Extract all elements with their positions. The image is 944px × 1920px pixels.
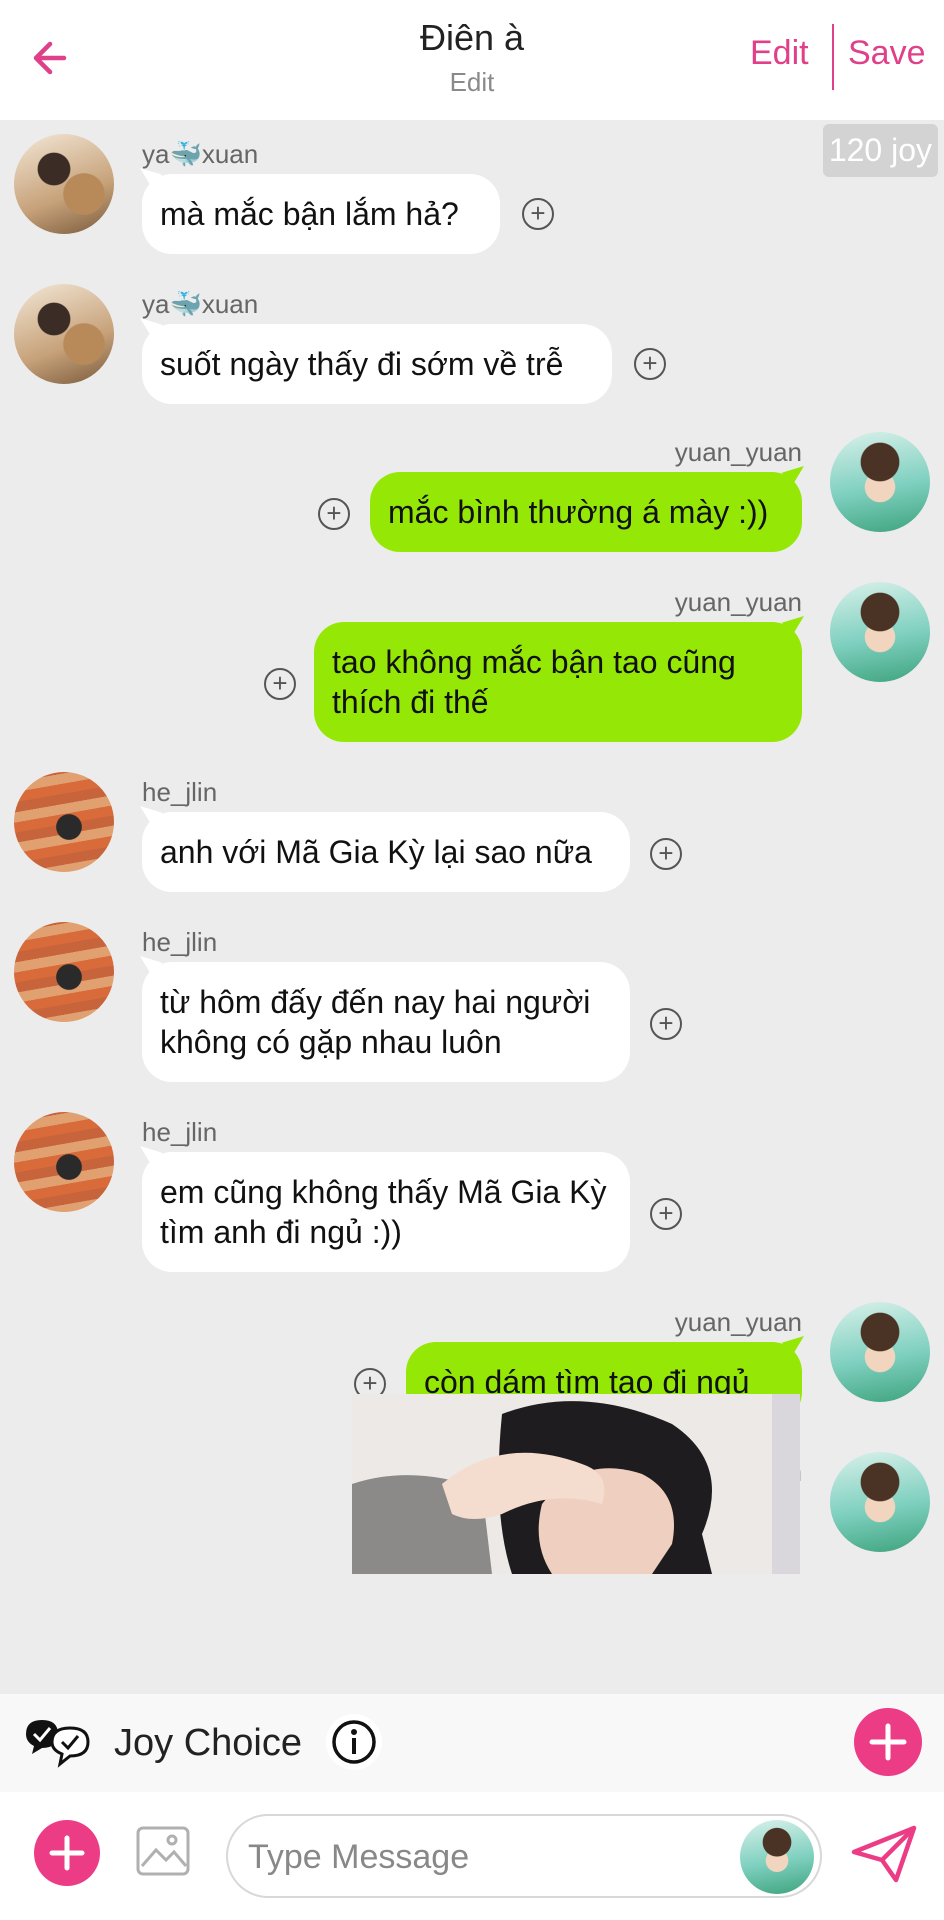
avatar[interactable] [14, 772, 114, 872]
message-bubble[interactable]: từ hôm đấy đến nay hai người không có gặ… [142, 962, 630, 1082]
add-circle-icon[interactable]: + [264, 668, 296, 700]
message-username: he_jlin [142, 777, 218, 807]
avatar[interactable] [830, 582, 930, 682]
avatar[interactable] [14, 922, 114, 1022]
send-icon[interactable] [850, 1822, 918, 1886]
message-input[interactable] [248, 1830, 728, 1884]
header-divider [832, 24, 834, 90]
message-bubble[interactable]: mắc bình thường á mày :)) [370, 472, 802, 552]
joy-choice-icon[interactable] [22, 1714, 102, 1770]
message-username: ya🐳xuan [142, 289, 259, 319]
save-button[interactable]: Save [848, 34, 926, 73]
message-username: yuan_yuan [674, 437, 802, 467]
message-username: ya🐳xuan [142, 139, 259, 169]
header: Điên à Edit Edit Save [0, 0, 944, 120]
message-input-bar [0, 1792, 944, 1920]
message-bubble[interactable]: anh với Mã Gia Kỳ lại sao nữa [142, 812, 630, 892]
message-field[interactable] [226, 1814, 822, 1898]
image-icon[interactable] [134, 1822, 192, 1880]
message-photo[interactable] [352, 1394, 800, 1574]
edit-button[interactable]: Edit [750, 34, 809, 73]
joy-add-button[interactable] [854, 1708, 922, 1776]
add-circle-icon[interactable]: + [634, 348, 666, 380]
message-username: he_jlin [142, 1117, 218, 1147]
avatar[interactable] [14, 134, 114, 234]
info-icon[interactable] [326, 1714, 382, 1770]
add-circle-icon[interactable]: + [650, 1008, 682, 1040]
joy-choice-bar: Joy Choice [0, 1694, 944, 1792]
back-arrow-icon[interactable] [24, 30, 80, 86]
avatar[interactable] [14, 284, 114, 384]
avatar[interactable] [830, 1452, 930, 1552]
add-circle-icon[interactable]: + [522, 198, 554, 230]
message-bubble[interactable]: em cũng không thấy Mã Gia Kỳ tìm anh đi … [142, 1152, 630, 1272]
joy-choice-label[interactable]: Joy Choice [114, 1722, 302, 1765]
joy-badge: 120 joy [822, 124, 938, 177]
avatar[interactable] [830, 1302, 930, 1402]
message-username: yuan_yuan [674, 587, 802, 617]
message-bubble[interactable]: tao không mắc bận tao cũng thích đi thế [314, 622, 802, 742]
message-username: he_jlin [142, 927, 218, 957]
add-circle-icon[interactable]: + [318, 498, 350, 530]
add-circle-icon[interactable]: + [650, 1198, 682, 1230]
avatar[interactable] [830, 432, 930, 532]
plus-icon[interactable] [34, 1820, 100, 1886]
avatar[interactable] [740, 1820, 814, 1894]
message-bubble[interactable]: mà mắc bận lắm hả? [142, 174, 500, 254]
avatar[interactable] [14, 1112, 114, 1212]
message-bubble[interactable]: suốt ngày thấy đi sớm về trễ [142, 324, 612, 404]
add-circle-icon[interactable]: + [650, 838, 682, 870]
message-username: yuan_yuan [674, 1307, 802, 1337]
